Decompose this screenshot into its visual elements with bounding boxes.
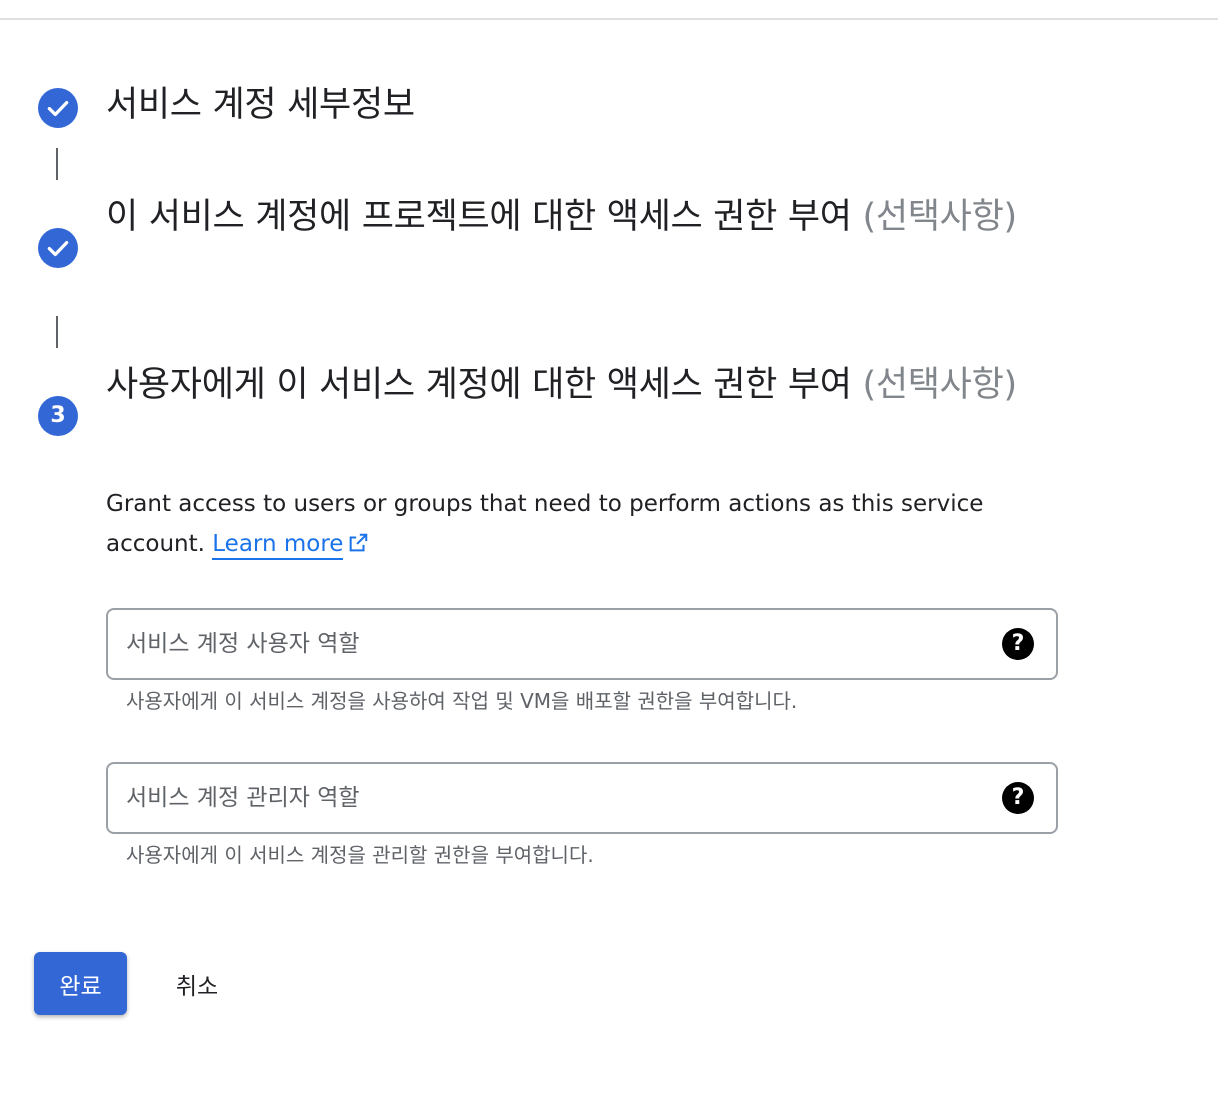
service-account-admin-role-input[interactable]: 서비스 계정 관리자 역할 ? [106, 762, 1058, 834]
field-hint: 사용자에게 이 서비스 계정을 관리할 권한을 부여합니다. [126, 843, 594, 867]
step-3-optional-label: (선택사항) [862, 365, 1018, 405]
top-divider [0, 18, 1218, 20]
step-description: Grant access to users or groups that nee… [106, 484, 1006, 564]
step-2-check-icon [38, 228, 78, 268]
field-hint: 사용자에게 이 서비스 계정을 사용하여 작업 및 VM을 배포할 권한을 부여… [126, 689, 798, 713]
cancel-button[interactable]: 취소 [150, 952, 244, 1015]
step-3-title: 사용자에게 이 서비스 계정에 대한 액세스 권한 부여 (선택사항) [106, 357, 1046, 414]
learn-more-link[interactable]: Learn more [212, 531, 344, 560]
service-account-user-role-input[interactable]: 서비스 계정 사용자 역할 ? [106, 608, 1058, 680]
field-placeholder: 서비스 계정 사용자 역할 [126, 631, 360, 657]
step-connector [56, 316, 58, 348]
help-icon[interactable]: ? [1002, 628, 1034, 660]
step-1-check-icon [38, 88, 78, 128]
step-2-title-text: 이 서비스 계정에 프로젝트에 대한 액세스 권한 부여 [106, 197, 863, 237]
step-connector [56, 148, 58, 180]
step-3-number-badge: 3 [38, 396, 78, 436]
step-2-optional-label: (선택사항) [862, 197, 1018, 237]
step-1-title[interactable]: 서비스 계정 세부정보 [106, 77, 415, 134]
step-1-title-text: 서비스 계정 세부정보 [106, 85, 415, 125]
help-icon[interactable]: ? [1002, 782, 1034, 814]
done-button[interactable]: 완료 [34, 952, 127, 1015]
step-3-title-text: 사용자에게 이 서비스 계정에 대한 액세스 권한 부여 [106, 365, 863, 405]
field-placeholder: 서비스 계정 관리자 역할 [126, 785, 360, 811]
step-3-number: 3 [50, 403, 66, 428]
open-in-new-icon[interactable] [347, 532, 369, 554]
step-2-title[interactable]: 이 서비스 계정에 프로젝트에 대한 액세스 권한 부여 (선택사항) [106, 189, 1046, 246]
